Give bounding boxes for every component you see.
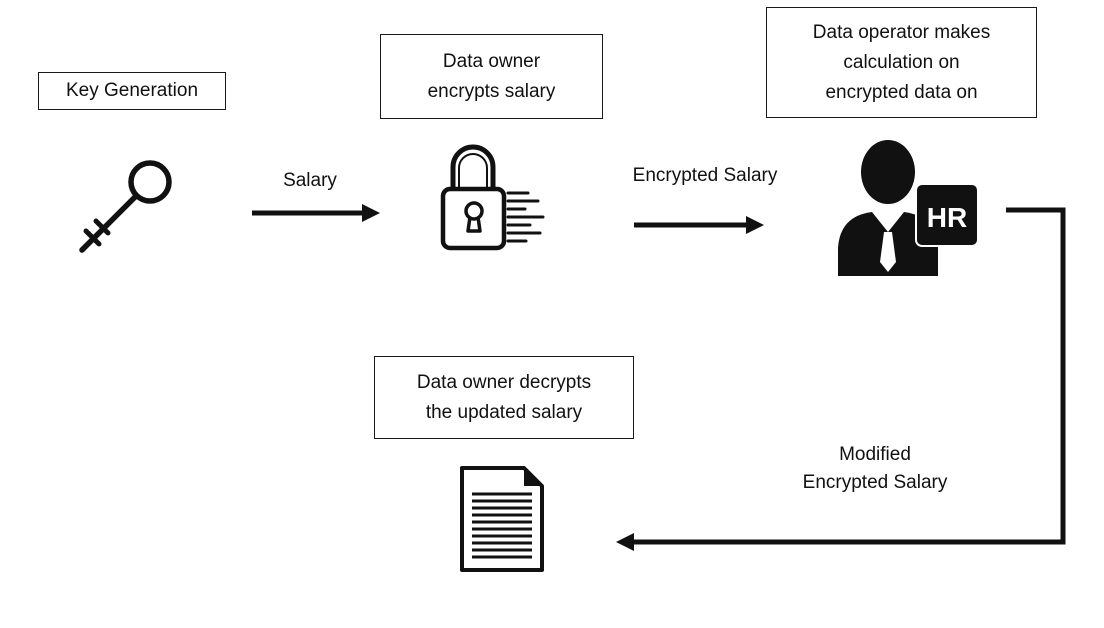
diagram-root: { "steps": { "key_generation": { "lines"… [0, 0, 1104, 628]
document-icon [460, 466, 544, 572]
